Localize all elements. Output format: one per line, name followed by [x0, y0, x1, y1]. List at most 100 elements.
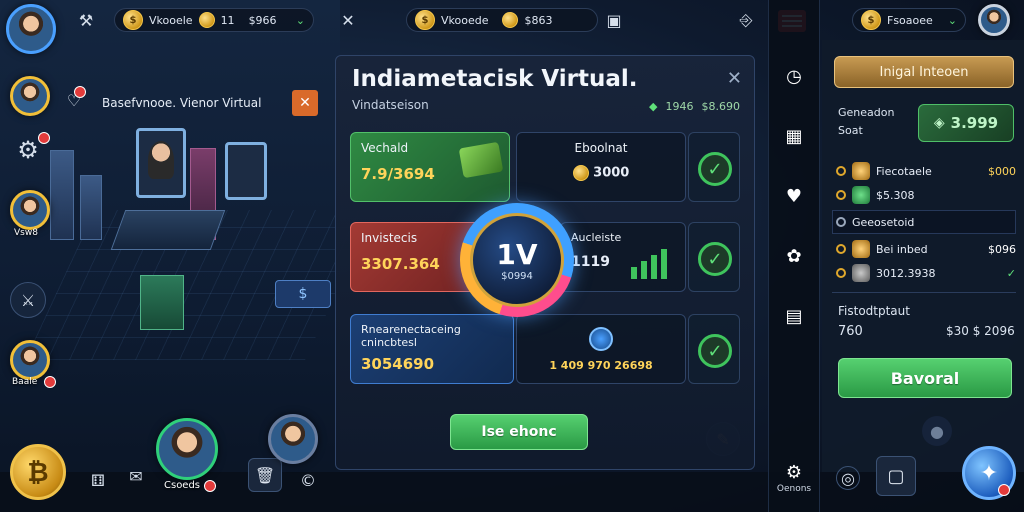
calendar-icon[interactable]: ▤	[780, 302, 808, 330]
radio-icon	[836, 190, 846, 200]
modal-subtitle: Vindatseison	[352, 98, 429, 112]
bottom-card[interactable]: 1 409 970 26698	[516, 314, 686, 384]
card-label: Eboolnat	[574, 141, 628, 155]
watermark-icon: ●	[922, 416, 952, 446]
box-icon	[852, 264, 870, 282]
dollar-tile-icon: $	[275, 280, 331, 308]
row-label: Fiecotaele	[876, 164, 932, 178]
currency-label: Vkooele	[149, 13, 193, 27]
row-label: $5.308	[876, 188, 915, 202]
clock-icon[interactable]: ◷	[780, 62, 808, 90]
copyright-icon[interactable]: ©	[294, 466, 322, 494]
coin-icon: $	[415, 10, 435, 30]
blue-card[interactable]: Rnearenectaceing cnincbtesl 3054690	[350, 314, 514, 384]
currency-value: 11	[220, 13, 235, 27]
notification-badge	[38, 132, 50, 144]
chat-icon[interactable]: ✉	[122, 462, 150, 490]
building	[50, 150, 74, 240]
bitcoin-icon[interactable]: ₿	[10, 444, 66, 500]
currency-pill-1[interactable]: $ Vkooele 11 $966 ⌄	[114, 8, 314, 32]
center-hub[interactable]: 1V $0994	[460, 203, 574, 317]
building	[80, 175, 102, 240]
card-value-row: 3000	[527, 165, 675, 181]
list-item[interactable]: Geeosetoid	[836, 211, 1016, 233]
check-small-icon: ✓	[1006, 266, 1016, 280]
row-amount: $000	[988, 164, 1016, 178]
check-icon[interactable]: ✓	[698, 334, 732, 368]
notification-badge	[44, 376, 56, 388]
inventory-icon[interactable]: ▢	[876, 456, 916, 496]
chip-icon: ◆	[649, 100, 658, 113]
currency-label: Vkooede	[441, 13, 489, 27]
check-icon[interactable]: ✓	[698, 152, 732, 186]
footer-label: Fistodtptaut	[838, 304, 910, 318]
avatar-label: Vsw8	[14, 228, 38, 238]
sword-icon[interactable]: ⚔	[10, 282, 46, 318]
exchange-card[interactable]: Eboolnat 3000	[516, 132, 686, 202]
modal-title: Indiametacisk Virtual.	[352, 66, 638, 92]
server-desk	[110, 210, 226, 250]
notification-badge	[204, 480, 216, 492]
friend-avatar[interactable]	[10, 340, 50, 380]
growth-chart-icon	[631, 249, 667, 279]
currency-sub: $863	[524, 13, 553, 27]
row-label: Geeosetoid	[852, 215, 915, 229]
divider	[832, 292, 1016, 293]
balance-value: 3.999	[950, 114, 999, 132]
balance-label: Geneadon	[838, 106, 895, 119]
map-icon[interactable]: ▦	[780, 122, 808, 150]
card-value: 3054690	[361, 355, 435, 373]
chevron-down-icon: ⌄	[295, 13, 305, 27]
toggle-icon[interactable]: ◎	[836, 466, 860, 490]
close-icon[interactable]: ✕	[727, 68, 742, 89]
green-card[interactable]: Vechald 7.9/3694	[350, 132, 510, 202]
coin-icon	[502, 12, 519, 28]
list-item[interactable]: 3012.3938 ✓	[836, 262, 1016, 284]
currency-sub: $966	[248, 13, 277, 27]
coin-icon	[572, 165, 589, 181]
currency-pill-3[interactable]: $ Fsoaoee ⌄	[852, 8, 966, 32]
trash-icon[interactable]: 🗑	[248, 458, 282, 492]
currency-pill-2[interactable]: $ Vkooede $863	[406, 8, 598, 32]
profile-avatar[interactable]	[978, 4, 1010, 36]
main-character-avatar[interactable]	[156, 418, 218, 480]
notification-badge	[998, 484, 1010, 496]
dice-icon[interactable]: ⚅	[84, 466, 112, 494]
avatar-label: Baale	[12, 377, 38, 387]
gift-icon[interactable]: ✿	[780, 242, 808, 270]
coin-icon	[198, 12, 215, 28]
exchange-button[interactable]: Ise ehonc	[450, 414, 588, 450]
heart-icon[interactable]: ♥	[780, 182, 808, 210]
player-avatar[interactable]	[6, 4, 56, 54]
list-item[interactable]: Fiecotaele $000	[836, 160, 1016, 182]
panel-header-button[interactable]: Inigal Inteoen	[834, 56, 1014, 88]
row-label: Bei inbed	[876, 242, 928, 256]
friend-avatar[interactable]	[10, 190, 50, 230]
monitor-chart	[225, 142, 267, 200]
footer-value-2: $30 $ 2096	[946, 324, 1015, 338]
camera-icon[interactable]: ▣	[600, 6, 628, 34]
notification-badge	[74, 86, 86, 98]
close-x-icon[interactable]: ✕	[334, 6, 362, 34]
coin-icon: $	[861, 10, 881, 30]
check-icon[interactable]: ✓	[698, 242, 732, 276]
card-value: 1 409 970 26698	[549, 359, 653, 372]
radio-icon	[836, 268, 846, 278]
list-item[interactable]: $5.308	[836, 184, 1016, 206]
row-label: 3012.3938	[876, 266, 936, 280]
list-item[interactable]: Bei inbed $096	[836, 238, 1016, 260]
gem-icon	[852, 186, 870, 204]
confirm-button[interactable]: Bavoral	[838, 358, 1012, 398]
chart-card[interactable]: Aucleiste 1119	[560, 222, 686, 292]
friend-avatar[interactable]	[10, 76, 50, 116]
chevron-down-icon: ⌄	[947, 13, 957, 27]
balance-box[interactable]: ◈ 3.999	[918, 104, 1014, 142]
settings-gear-icon[interactable]: ⚙	[780, 458, 808, 486]
exit-door-icon[interactable]: ⎆	[732, 6, 760, 34]
hub-inner: 1V $0994	[470, 213, 564, 307]
coin-icon: $	[123, 10, 143, 30]
tools-icon[interactable]: ⚒	[72, 6, 100, 34]
cancel-icon[interactable]: ✕	[292, 90, 318, 116]
friend-avatar[interactable]	[268, 414, 318, 464]
card-value: 3000	[593, 165, 630, 181]
